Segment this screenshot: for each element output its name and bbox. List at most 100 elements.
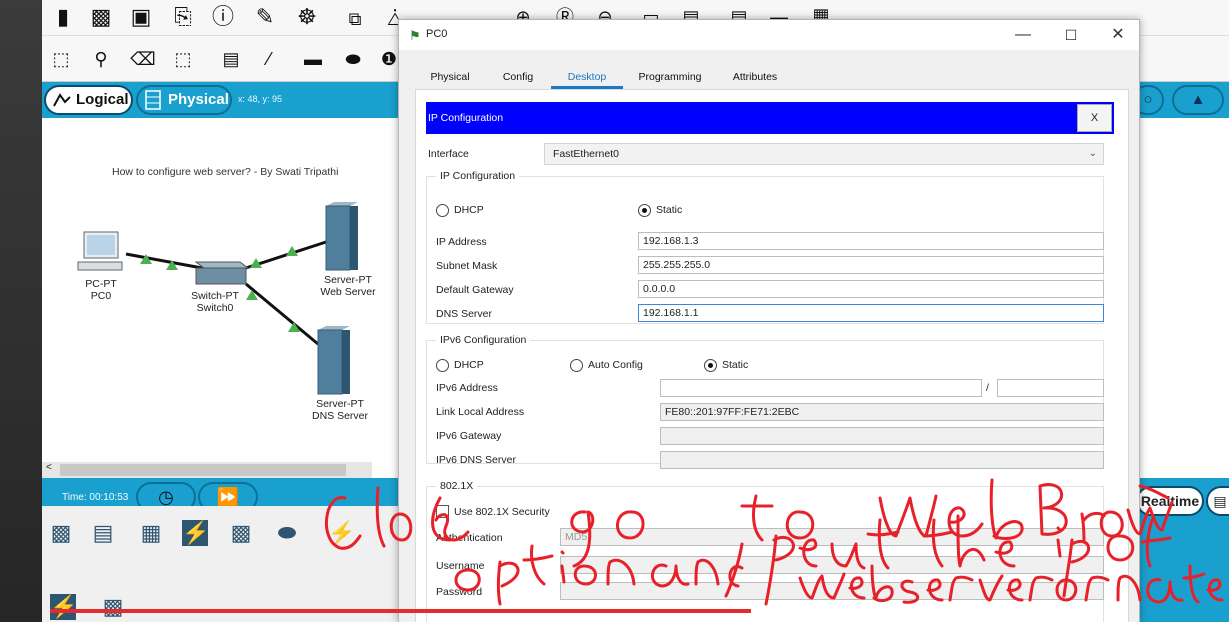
user-icon[interactable]: ☸ xyxy=(294,4,320,30)
end-devices-icon[interactable]: ▤ xyxy=(90,520,116,546)
ipv6-gateway-input[interactable] xyxy=(660,427,1104,445)
password-label: Password xyxy=(436,586,483,598)
activity-wizard-icon[interactable]: ✎ xyxy=(252,4,278,30)
selected-connection-icon[interactable]: ⚡ xyxy=(50,594,77,620)
rectangle-icon[interactable]: ▬ xyxy=(300,46,326,72)
ipv6-auto-config-label: Auto Config xyxy=(588,359,643,371)
authentication-label: Authentication xyxy=(436,532,503,544)
minimize-icon[interactable]: — xyxy=(1011,24,1035,46)
physical-view-button[interactable]: Physical xyxy=(136,85,232,115)
ipv4-group-title: IP Configuration xyxy=(436,170,520,182)
search-icon[interactable]: ⚲ xyxy=(88,46,114,72)
delete-icon[interactable]: ⌫ xyxy=(130,46,156,72)
interface-select[interactable]: FastEthernet0 ⌄ xyxy=(544,143,1104,165)
ipv6-dns-input[interactable] xyxy=(660,451,1104,469)
dns-server-input[interactable]: 192.168.1.1 xyxy=(638,304,1104,322)
select-icon[interactable]: ⬚ xyxy=(48,46,74,72)
ipv4-dhcp-label: DHCP xyxy=(454,204,484,216)
ipv4-static-label: Static xyxy=(656,204,683,216)
background-image-icon[interactable]: ▲ xyxy=(1172,85,1224,115)
device-thumb-icon[interactable]: ▩ xyxy=(100,594,126,620)
use-dot1x-label: Use 802.1X Security xyxy=(454,506,550,518)
ipv6-prefix-input[interactable] xyxy=(997,379,1104,397)
new-file-icon[interactable]: ▮ xyxy=(50,4,76,30)
default-gateway-input[interactable]: 0.0.0.0 xyxy=(638,280,1104,298)
left-dark-strip xyxy=(0,0,42,622)
ip-configuration-title: IP Configuration xyxy=(428,112,504,124)
ipv6-gateway-label: IPv6 Gateway xyxy=(436,430,502,442)
web-server-label: Server-PT Web Server xyxy=(320,274,376,298)
logical-view-button[interactable]: Logical xyxy=(44,85,133,115)
copy-icon[interactable]: ⧉ xyxy=(342,6,368,32)
ip-configuration-header: IP Configuration X xyxy=(426,102,1114,134)
switch0-label: Switch-PT Switch0 xyxy=(191,290,239,314)
dialog-body: Physical Config Desktop Programming Attr… xyxy=(399,50,1139,622)
resize-icon[interactable]: ⬚ xyxy=(170,46,196,72)
connection-auto-icon[interactable]: ⚡ xyxy=(328,520,355,546)
ipv6-auto-config-radio[interactable] xyxy=(570,359,583,372)
scrollbar-thumb[interactable] xyxy=(60,464,346,476)
use-dot1x-checkbox[interactable] xyxy=(436,505,449,518)
ip-config-close-button[interactable]: X xyxy=(1077,104,1112,132)
chevron-down-icon: ⌄ xyxy=(1088,148,1097,159)
ipv4-static-radio[interactable] xyxy=(638,204,651,217)
ellipse-icon[interactable]: ⬬ xyxy=(340,46,366,72)
dot1x-group-title: 802.1X xyxy=(436,480,478,492)
link-local-label: Link Local Address xyxy=(436,406,525,418)
authentication-select[interactable]: MD5 xyxy=(560,528,1104,546)
password-input[interactable] xyxy=(560,582,1104,600)
web-server-icon[interactable] xyxy=(320,200,362,274)
components-icon[interactable]: ▦ xyxy=(138,520,164,546)
ipv6-group-title: IPv6 Configuration xyxy=(436,334,531,346)
maximize-icon[interactable]: ☐ xyxy=(1059,24,1083,46)
prefix-separator: / xyxy=(986,382,989,394)
misc-icon[interactable]: ▩ xyxy=(228,520,254,546)
default-gateway-label: Default Gateway xyxy=(436,284,514,296)
logical-icon xyxy=(53,93,71,107)
interface-value: FastEthernet0 xyxy=(553,148,619,160)
ip-address-label: IP Address xyxy=(436,236,487,248)
close-icon[interactable]: ✕ xyxy=(1106,24,1130,46)
ipv4-dhcp-radio[interactable] xyxy=(436,204,449,217)
workspace-scrollbar[interactable]: < xyxy=(42,462,372,478)
scroll-left-icon[interactable]: < xyxy=(46,462,52,473)
network-devices-icon[interactable]: ▩ xyxy=(48,520,74,546)
dns-server-label: Server-PT DNS Server xyxy=(311,398,368,422)
subnet-mask-input[interactable]: 255.255.255.0 xyxy=(638,256,1104,274)
desktop-panel: IP Configuration X Interface FastEtherne… xyxy=(415,89,1129,622)
username-label: Username xyxy=(436,560,485,572)
open-folder-icon[interactable]: ▩ xyxy=(88,4,114,30)
subnet-mask-label: Subnet Mask xyxy=(436,260,498,272)
video-progress-bar[interactable] xyxy=(50,609,751,613)
tab-attributes[interactable]: Attributes xyxy=(717,66,793,89)
switch-device-icon[interactable] xyxy=(188,256,250,290)
dns-server-icon[interactable] xyxy=(312,324,354,398)
info-icon[interactable]: ⓘ xyxy=(210,4,236,30)
line-icon[interactable]: ⁄ xyxy=(256,46,282,72)
ipv6-dhcp-label: DHCP xyxy=(454,359,484,371)
logical-label: Logical xyxy=(76,91,129,108)
physical-icon xyxy=(145,90,161,110)
tab-programming[interactable]: Programming xyxy=(623,66,717,89)
ipv6-static-radio[interactable] xyxy=(704,359,717,372)
realtime-mode-button[interactable]: Realtime xyxy=(1136,486,1204,516)
username-input[interactable] xyxy=(560,556,1104,574)
link-local-input[interactable]: FE80::201:97FF:FE71:2EBC xyxy=(660,403,1104,421)
physical-label: Physical xyxy=(168,91,229,108)
simulation-mode-icon[interactable]: ▤ xyxy=(1206,486,1229,516)
multiuser-icon[interactable]: ⬬ xyxy=(274,520,300,546)
pc0-dialog: ⚑ PC0 — ☐ ✕ Physical Config Desktop Prog… xyxy=(398,19,1140,622)
tab-physical[interactable]: Physical xyxy=(415,66,485,89)
tab-config[interactable]: Config xyxy=(485,66,551,89)
ip-address-input[interactable]: 192.168.1.3 xyxy=(638,232,1104,250)
save-icon[interactable]: ▣ xyxy=(128,4,154,30)
pc-device-icon[interactable] xyxy=(76,230,126,274)
note-icon[interactable]: ▤ xyxy=(218,46,244,72)
dialog-titlebar[interactable]: ⚑ PC0 — ☐ ✕ xyxy=(399,20,1139,50)
dns-server-label: DNS Server xyxy=(436,308,493,320)
ipv6-dhcp-radio[interactable] xyxy=(436,359,449,372)
ipv6-address-input[interactable] xyxy=(660,379,982,397)
print-icon[interactable]: ⎘ xyxy=(170,4,196,30)
tab-desktop[interactable]: Desktop xyxy=(551,66,623,89)
connections-icon[interactable]: ⚡ xyxy=(182,520,209,546)
